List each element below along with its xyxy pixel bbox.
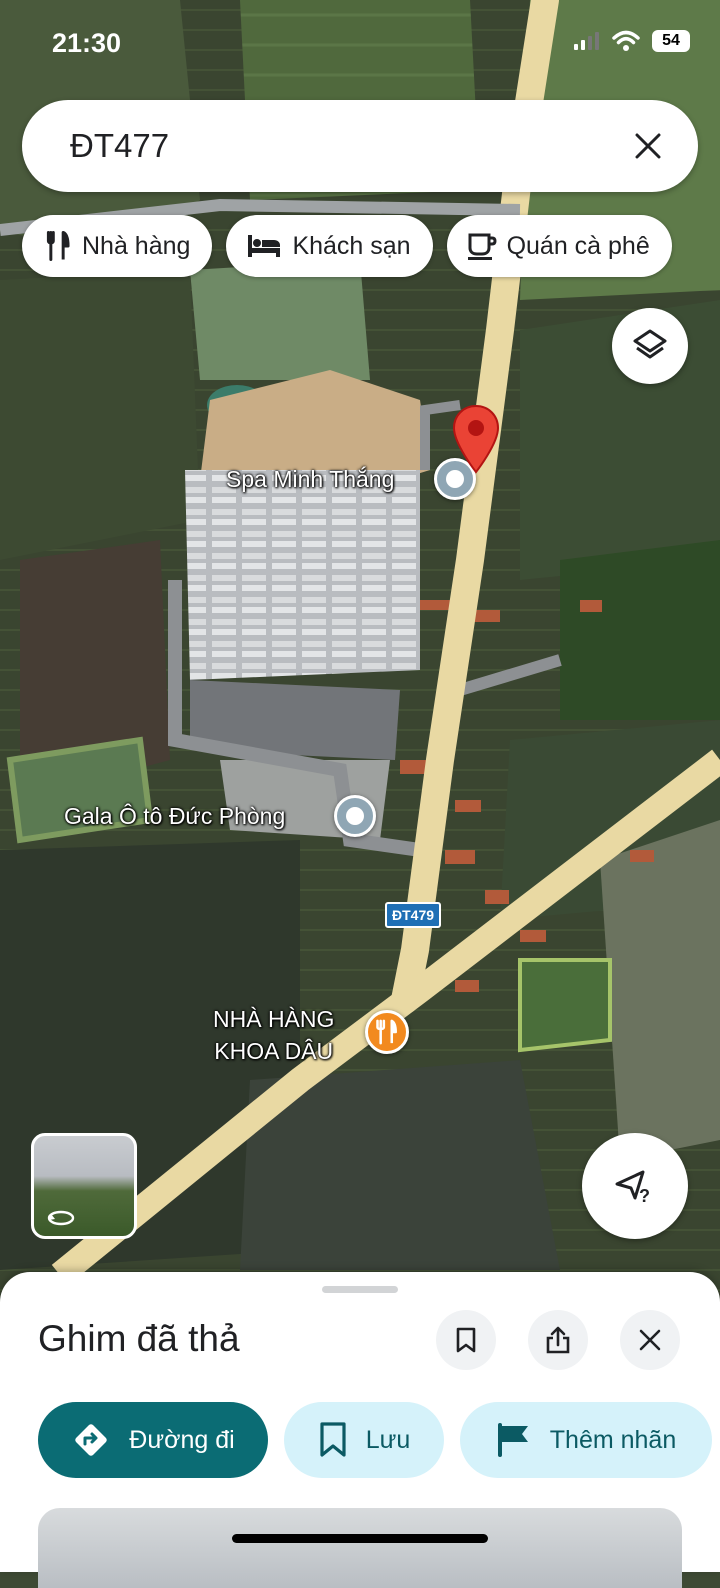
place-photo[interactable] [38, 1508, 682, 1588]
fork-knife-icon [376, 1019, 397, 1045]
chip-hotels[interactable]: Khách sạn [226, 215, 433, 277]
add-label-label: Thêm nhãn [549, 1425, 677, 1454]
chip-label: Quán cà phê [506, 231, 650, 260]
status-icons: 54 [574, 30, 690, 52]
directions-icon [75, 1424, 108, 1456]
poi-pin-car-gallery[interactable] [334, 795, 376, 837]
layers-icon [633, 329, 667, 359]
home-indicator[interactable] [232, 1534, 488, 1543]
location-unknown-icon: ? [615, 1170, 650, 1206]
close-icon [635, 133, 661, 159]
poi-label-restaurant[interactable]: NHÀ HÀNG KHOA DÂU [213, 1003, 334, 1067]
bookmark-icon [456, 1327, 476, 1353]
sheet-drag-handle[interactable] [322, 1286, 398, 1293]
save-button[interactable]: Lưu [284, 1402, 444, 1478]
wifi-icon [612, 30, 640, 51]
dropped-pin-icon[interactable] [451, 404, 501, 474]
poi-pin-restaurant[interactable] [365, 1010, 409, 1054]
poi-label-restaurant-line1: NHÀ HÀNG [213, 1006, 335, 1032]
status-time: 21:30 [52, 28, 122, 58]
clear-search-button[interactable] [618, 116, 678, 176]
search-bar[interactable]: ĐT477 [22, 100, 698, 192]
poi-label-spa[interactable]: Spa Minh Thắng [226, 466, 394, 493]
bookmark-button[interactable] [436, 1310, 496, 1370]
layers-button[interactable] [612, 308, 688, 384]
category-chips: Nhà hàng Khách sạn Quán cà phê [22, 215, 672, 277]
share-button[interactable] [528, 1310, 588, 1370]
poi-label-restaurant-line2: KHOA DÂU [214, 1038, 334, 1064]
place-sheet[interactable]: Ghim đã thả Đường đi Lưu Thêm nhãn [0, 1272, 720, 1588]
flag-icon [497, 1423, 528, 1457]
chip-label: Khách sạn [292, 231, 411, 260]
road-shield: ĐT479 [385, 902, 442, 928]
cellular-signal-icon [574, 32, 599, 50]
add-label-button[interactable]: Thêm nhãn [460, 1402, 712, 1478]
directions-label: Đường đi [129, 1425, 235, 1454]
coffee-cup-icon [467, 233, 497, 260]
directions-button[interactable]: Đường đi [38, 1402, 268, 1478]
bookmark-icon [320, 1422, 346, 1457]
chip-cafes[interactable]: Quán cà phê [446, 215, 672, 277]
close-sheet-button[interactable] [620, 1310, 680, 1370]
close-icon [639, 1329, 661, 1351]
battery-icon: 54 [652, 30, 690, 52]
svg-text:?: ? [639, 1186, 650, 1206]
search-input[interactable]: ĐT477 [70, 127, 618, 165]
sheet-title: Ghim đã thả [38, 1318, 240, 1359]
chip-label: Nhà hàng [82, 231, 191, 260]
bed-icon [248, 235, 281, 257]
my-location-button[interactable]: ? [582, 1133, 688, 1239]
fork-knife-icon [46, 230, 70, 262]
save-label: Lưu [365, 1425, 411, 1454]
chip-restaurants[interactable]: Nhà hàng [22, 215, 213, 277]
street-view-thumbnail[interactable] [31, 1133, 137, 1239]
poi-label-car-gallery[interactable]: Gala Ô tô Đức Phòng [64, 803, 285, 830]
share-icon [546, 1326, 570, 1354]
rotate-360-icon [47, 1210, 75, 1226]
